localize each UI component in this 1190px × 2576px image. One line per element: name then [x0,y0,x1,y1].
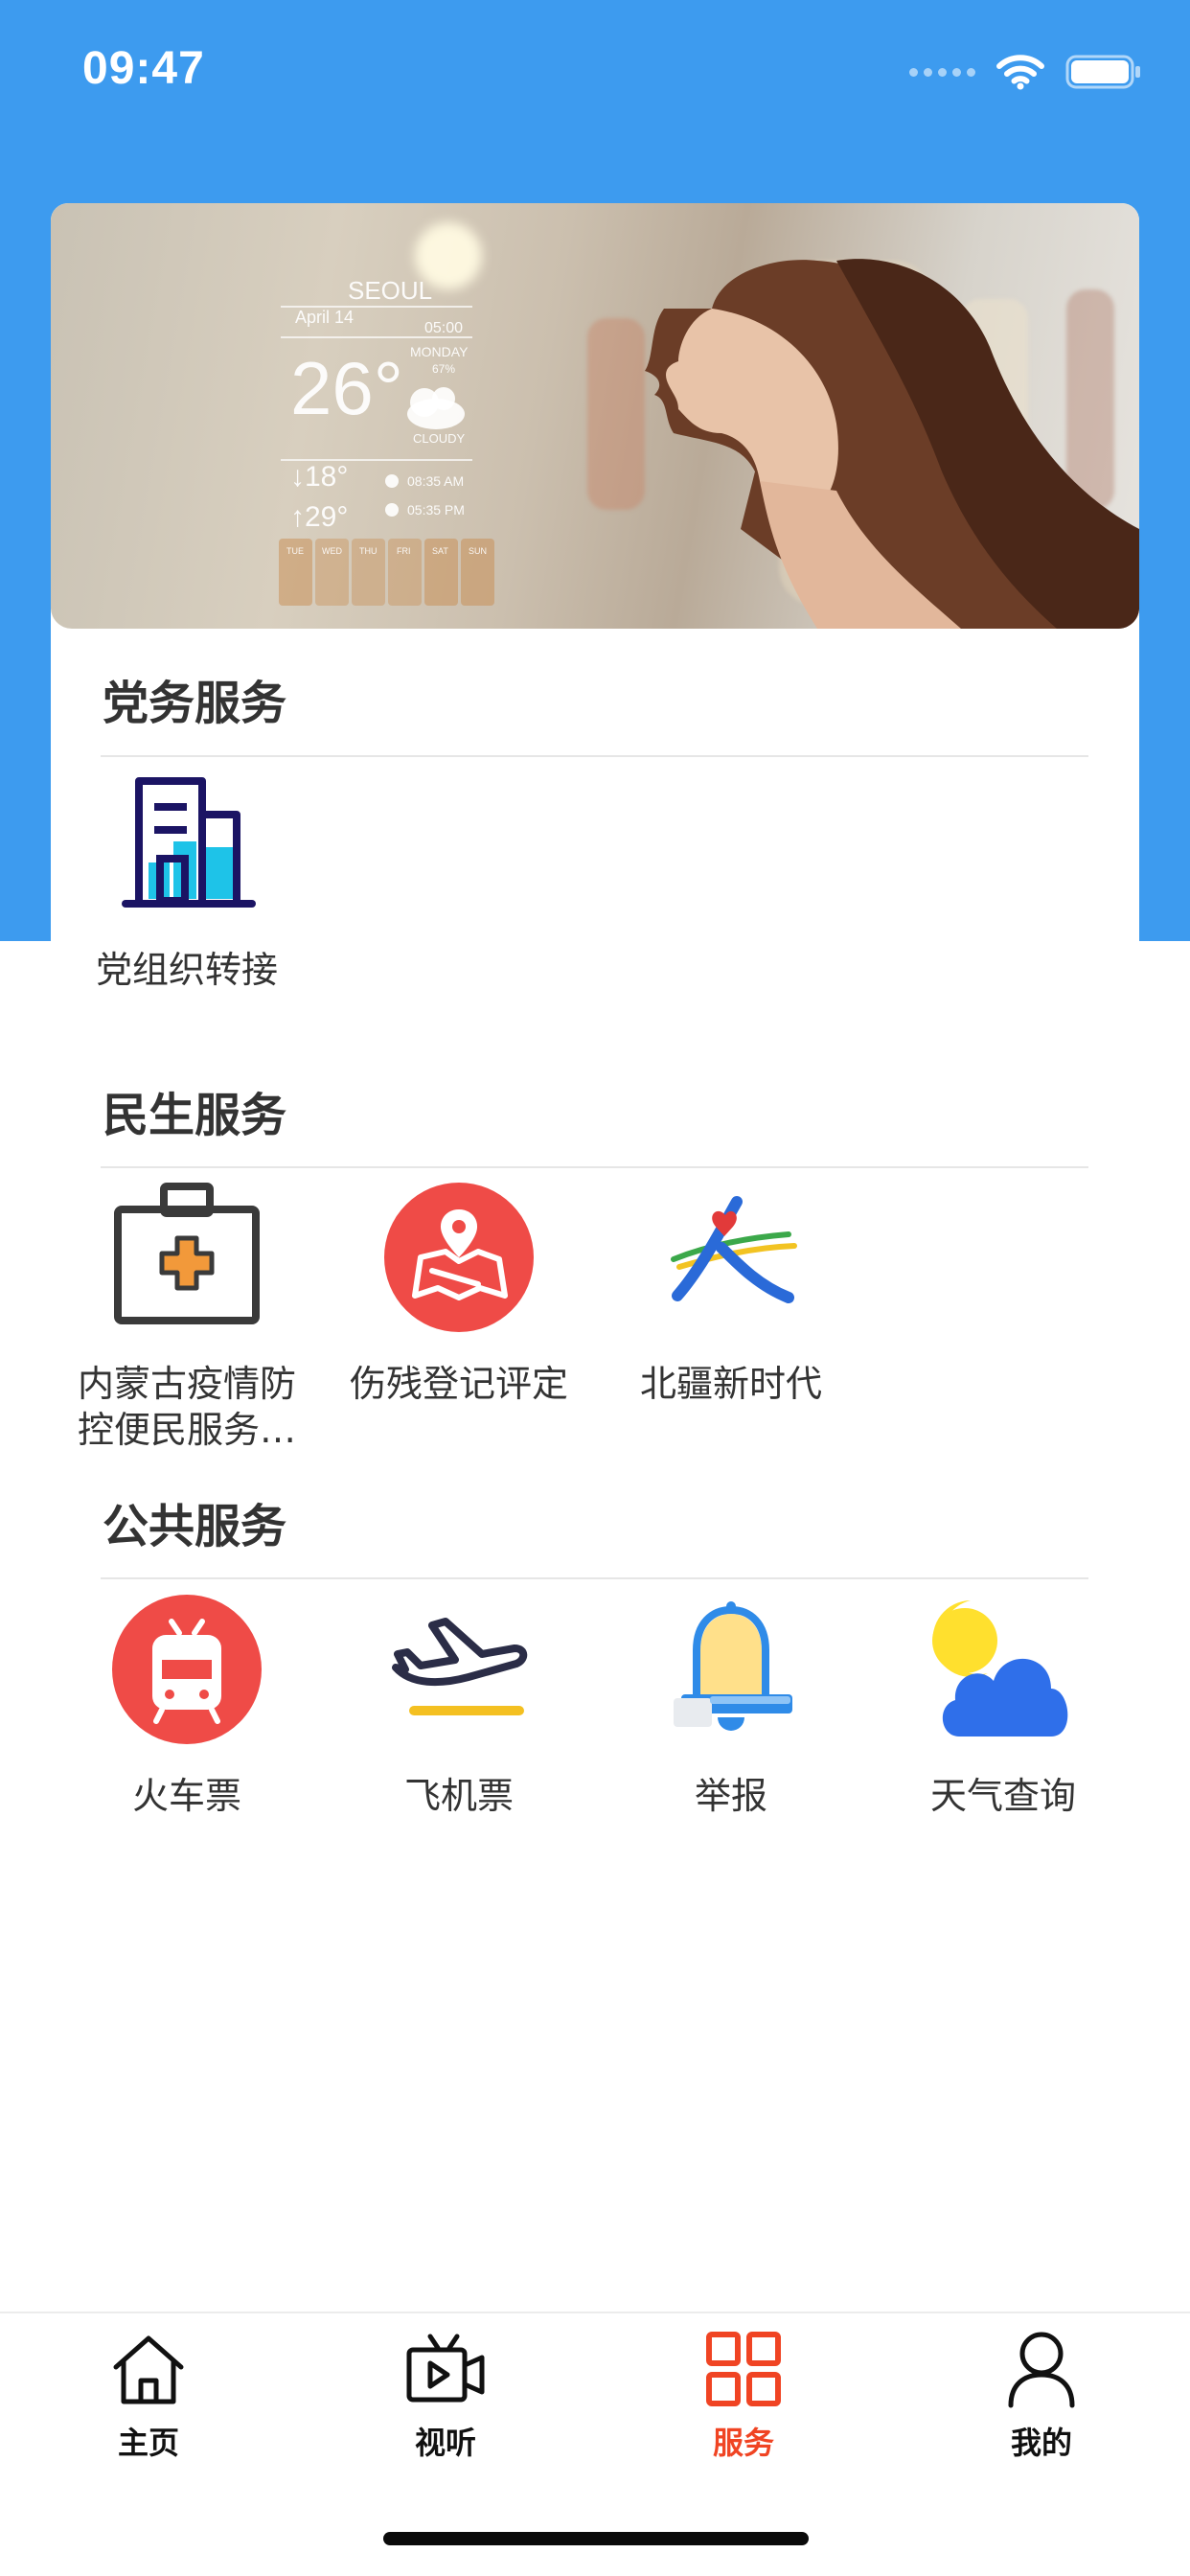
tab-media[interactable]: 视听 [350,2329,541,2463]
service-beijiang[interactable]: 北疆新时代 [595,1181,867,1407]
service-epidemic[interactable]: 内蒙古疫情防控便民服务… [51,1181,323,1453]
status-bar: 09:47 [0,0,1190,144]
grid-icon [703,2329,784,2409]
medical-kit-icon [110,1181,263,1334]
section-title-public: 公共服务 [103,1500,287,1553]
tab-profile[interactable]: 我的 [946,2329,1137,2463]
section-title-party: 党务服务 [103,677,287,730]
banner-image[interactable]: SEOUL April 14 05:00 MONDAY 67% 26° CLOU… [51,203,1139,629]
weather-icon [927,1593,1080,1746]
service-report[interactable]: 举报 [595,1593,867,1819]
status-time: 09:47 [82,43,205,94]
bell-icon [654,1593,808,1746]
tab-label: 服务 [712,2425,774,2461]
office-building-icon [110,767,263,920]
service-label: 内蒙古疫情防控便民服务… [77,1363,296,1451]
battery-icon [1065,55,1140,89]
home-indicator[interactable] [383,2532,809,2545]
beijiang-logo-icon [654,1181,808,1334]
tab-label: 视听 [414,2425,476,2461]
service-label: 火车票 [131,1775,241,1817]
service-train-ticket[interactable]: 火车票 [51,1593,323,1819]
divider [101,1166,1088,1168]
service-disability[interactable]: 伤残登记评定 [323,1181,595,1407]
service-party-transfer[interactable]: 党组织转接 [51,767,323,993]
status-icons [909,54,1142,90]
service-label: 北疆新时代 [639,1363,822,1405]
woman-photo [645,259,1139,629]
service-label: 天气查询 [929,1775,1076,1817]
service-weather[interactable]: 天气查询 [867,1593,1139,1819]
divider [101,755,1088,757]
service-label: 党组织转接 [95,949,278,991]
divider [101,1577,1088,1579]
section-title-livelihood: 民生服务 [103,1089,287,1142]
wifi-icon [996,55,1044,90]
service-label: 伤残登记评定 [349,1363,568,1405]
tab-home[interactable]: 主页 [53,2329,244,2463]
user-icon [1001,2329,1082,2409]
airplane-icon [382,1593,536,1746]
train-icon [110,1593,263,1746]
tab-label: 我的 [1010,2425,1072,2461]
service-label: 举报 [694,1775,767,1817]
home-icon [108,2329,189,2409]
tab-label: 主页 [117,2425,179,2461]
map-location-icon [382,1181,536,1334]
service-flight-ticket[interactable]: 飞机票 [323,1593,595,1819]
tab-services[interactable]: 服务 [648,2329,839,2463]
signal-icon [909,67,975,77]
service-label: 飞机票 [403,1775,514,1817]
video-icon [405,2329,486,2409]
